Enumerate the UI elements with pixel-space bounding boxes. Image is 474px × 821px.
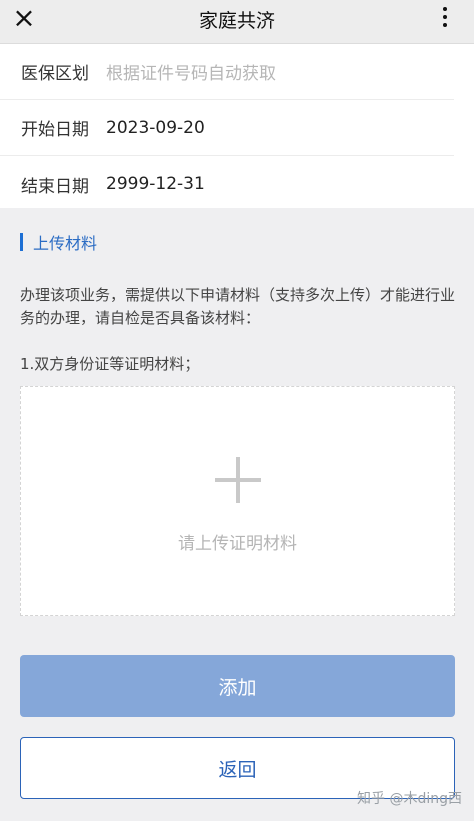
upload-hint: 请上传证明材料 (178, 534, 297, 554)
upload-area[interactable]: 请上传证明材料 (20, 386, 455, 616)
more-icon[interactable] (440, 7, 450, 33)
info-form: 医保区划 根据证件号码自动获取 开始日期 2023-09-20 结束日期 299… (0, 44, 474, 212)
watermark: 知乎 @木ding西 (357, 791, 462, 807)
start-date-value[interactable]: 2023-09-20 (106, 118, 205, 138)
region-label: 医保区划 (21, 64, 89, 84)
end-date-label: 结束日期 (21, 176, 89, 197)
region-value: 根据证件号码自动获取 (106, 64, 276, 84)
plus-icon (214, 457, 261, 503)
end-date-value[interactable]: 2999-12-31 (106, 174, 205, 194)
form-row-start-date[interactable]: 开始日期 2023-09-20 (0, 100, 454, 156)
section-title-text: 上传材料 (33, 234, 98, 253)
upload-section: 上传材料 办理该项业务，需提供以下申请材料（支持多次上传）才能进行业务的办理，请… (0, 208, 474, 821)
material-item-title: 1.双方身份证等证明材料； (20, 355, 200, 373)
top-bar: × 家庭共济 (0, 0, 474, 44)
section-title-bar (20, 233, 23, 251)
page-title: 家庭共济 (198, 10, 275, 32)
form-row-region: 医保区划 根据证件号码自动获取 (0, 44, 454, 100)
upload-description: 办理该项业务，需提供以下申请材料（支持多次上传）才能进行业务的办理，请自检是否具… (20, 286, 456, 327)
start-date-label: 开始日期 (21, 120, 89, 140)
form-row-end-date[interactable]: 结束日期 2999-12-31 (0, 156, 454, 212)
add-button[interactable]: 添加 (20, 655, 455, 717)
section-title: 上传材料 (20, 232, 98, 253)
